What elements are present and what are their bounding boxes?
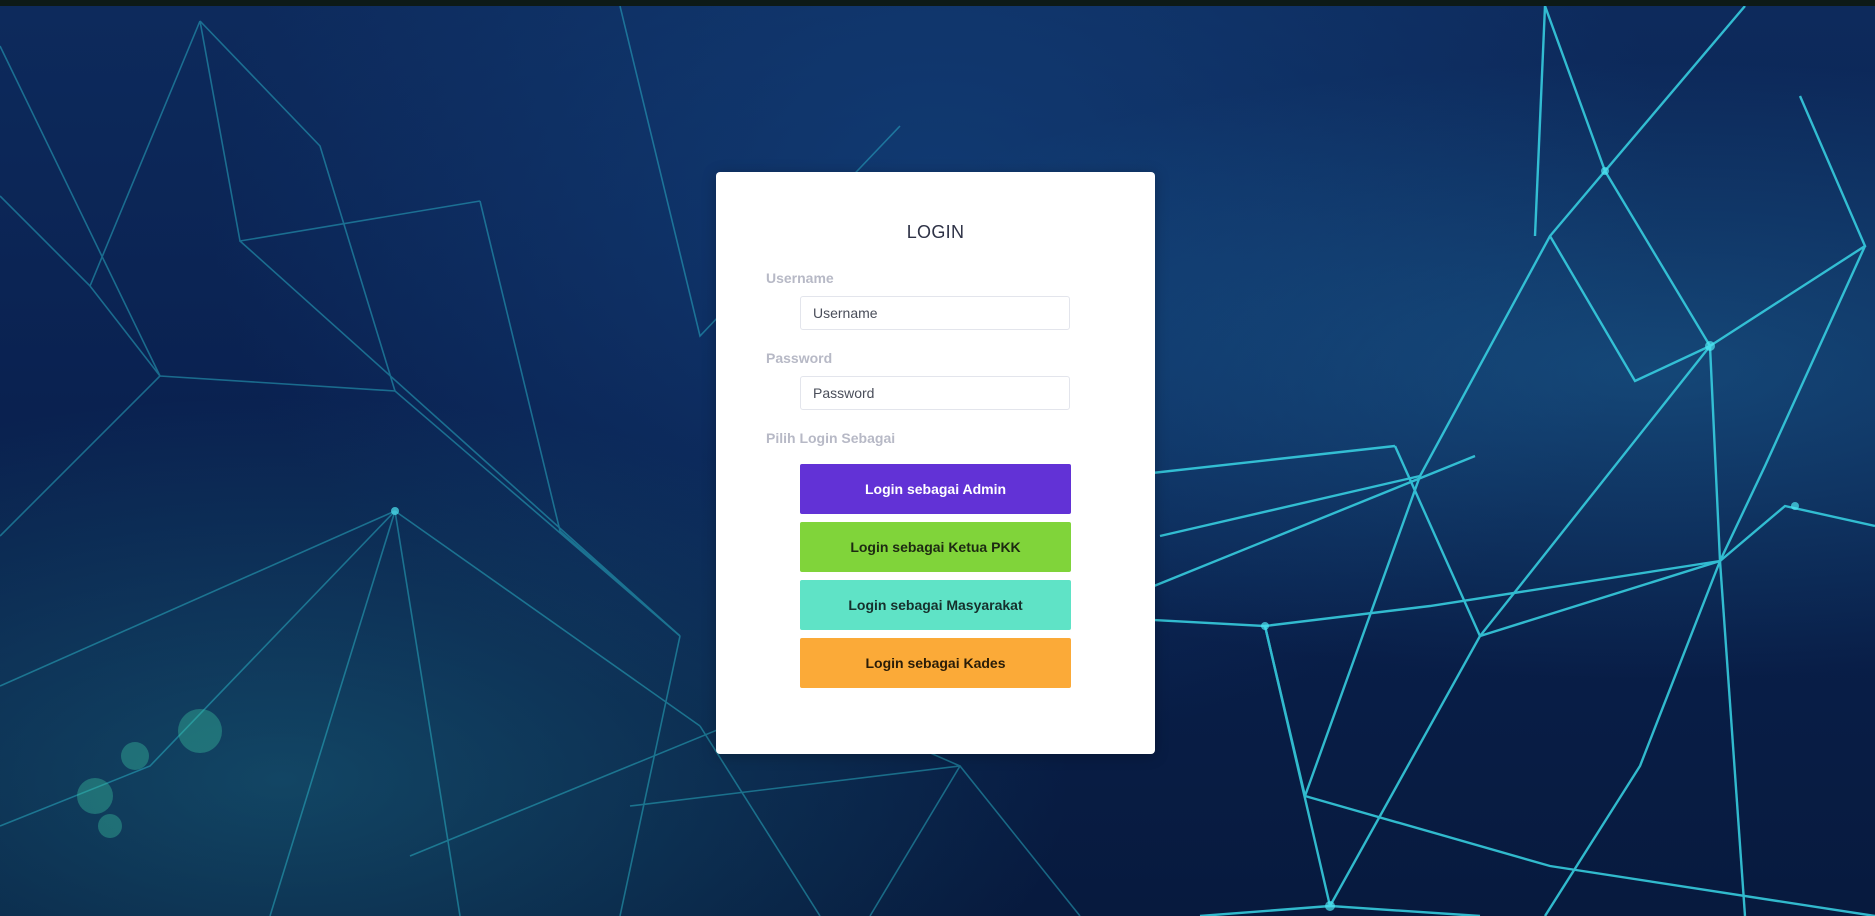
- username-label: Username: [766, 270, 834, 286]
- password-label: Password: [766, 350, 833, 366]
- login-kades-button[interactable]: Login sebagai Kades: [800, 638, 1071, 688]
- login-masyarakat-button[interactable]: Login sebagai Masyarakat: [800, 580, 1071, 630]
- login-card: LOGIN Username Password Pilih Login Seba…: [716, 172, 1155, 754]
- login-title: LOGIN: [906, 222, 965, 242]
- username-input[interactable]: [800, 296, 1070, 330]
- password-input[interactable]: [800, 376, 1070, 410]
- login-admin-button[interactable]: Login sebagai Admin: [800, 464, 1071, 514]
- login-ketua-pkk-button[interactable]: Login sebagai Ketua PKK: [800, 522, 1071, 572]
- login-role-label: Pilih Login Sebagai: [766, 430, 896, 446]
